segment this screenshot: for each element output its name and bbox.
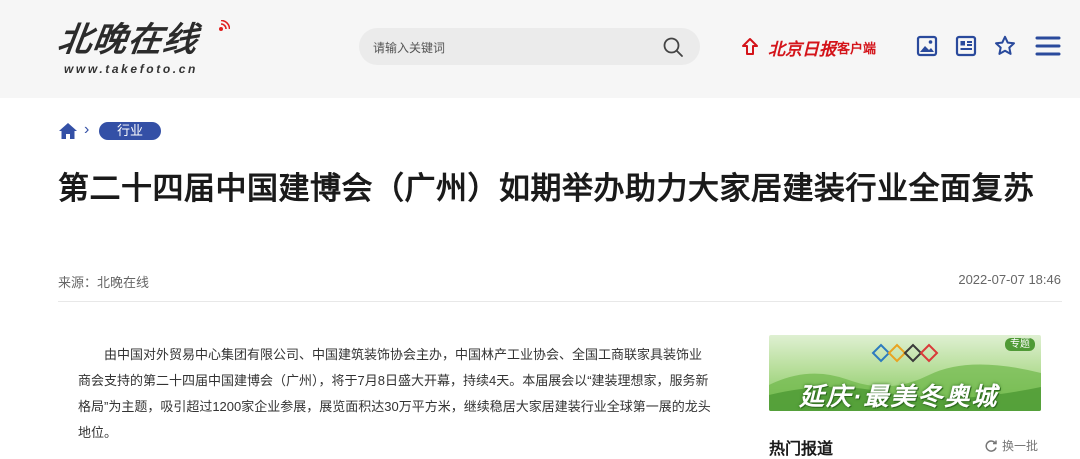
refresh-button[interactable]: 换一批 [984, 437, 1038, 454]
logo-signal-icon [219, 20, 230, 31]
search-box [359, 28, 700, 67]
star-icon[interactable] [993, 34, 1017, 58]
article-paragraph: 由中国对外贸易中心集团有限公司、中国建筑装饰协会主办，中国林产工业协会、全国工商… [78, 347, 711, 440]
article-source: 来源：北晚在线 [58, 275, 150, 290]
newspaper-icon[interactable] [954, 34, 978, 58]
olympic-rings-logo [871, 343, 939, 363]
site-logo[interactable]: 北晚在线 www.takefoto.cn [55, 18, 238, 80]
hot-reports-heading: 热门报道 [769, 441, 834, 458]
logo-url: www.takefoto.cn [64, 62, 198, 76]
banner-text: 延庆·最美冬奥城 [799, 383, 999, 411]
logo-text: 北晚在线 [55, 20, 201, 60]
refresh-label: 换一批 [1002, 439, 1039, 453]
chevron-right-icon: › [84, 121, 90, 138]
divider [58, 301, 1062, 302]
article-time: 2022-07-07 18:46 [958, 272, 1061, 287]
banner-tag: 专题 [1005, 338, 1035, 351]
bjd-suffix: 客户端 [837, 40, 877, 56]
special-topic-banner[interactable]: 专题 延庆·最美冬奥城 [769, 335, 1041, 411]
refresh-icon [985, 439, 997, 452]
bjd-client-link[interactable]: 北京日报 客户端 [740, 34, 876, 60]
bjd-name: 北京日报 [768, 39, 836, 60]
home-icon[interactable] [58, 122, 78, 140]
bjd-logo-icon [742, 38, 758, 55]
breadcrumb-category[interactable]: 行业 [99, 122, 161, 140]
search-input[interactable] [371, 28, 655, 67]
article-title: 第二十四届中国建博会（广州）如期举办助力大家居建装行业全面复苏 [58, 171, 1035, 206]
search-icon[interactable] [661, 35, 685, 59]
image-icon[interactable] [915, 34, 939, 58]
top-header: 北晚在线 www.takefoto.cn 北京日报 客户端 [0, 0, 1080, 98]
menu-icon[interactable] [1034, 32, 1062, 60]
